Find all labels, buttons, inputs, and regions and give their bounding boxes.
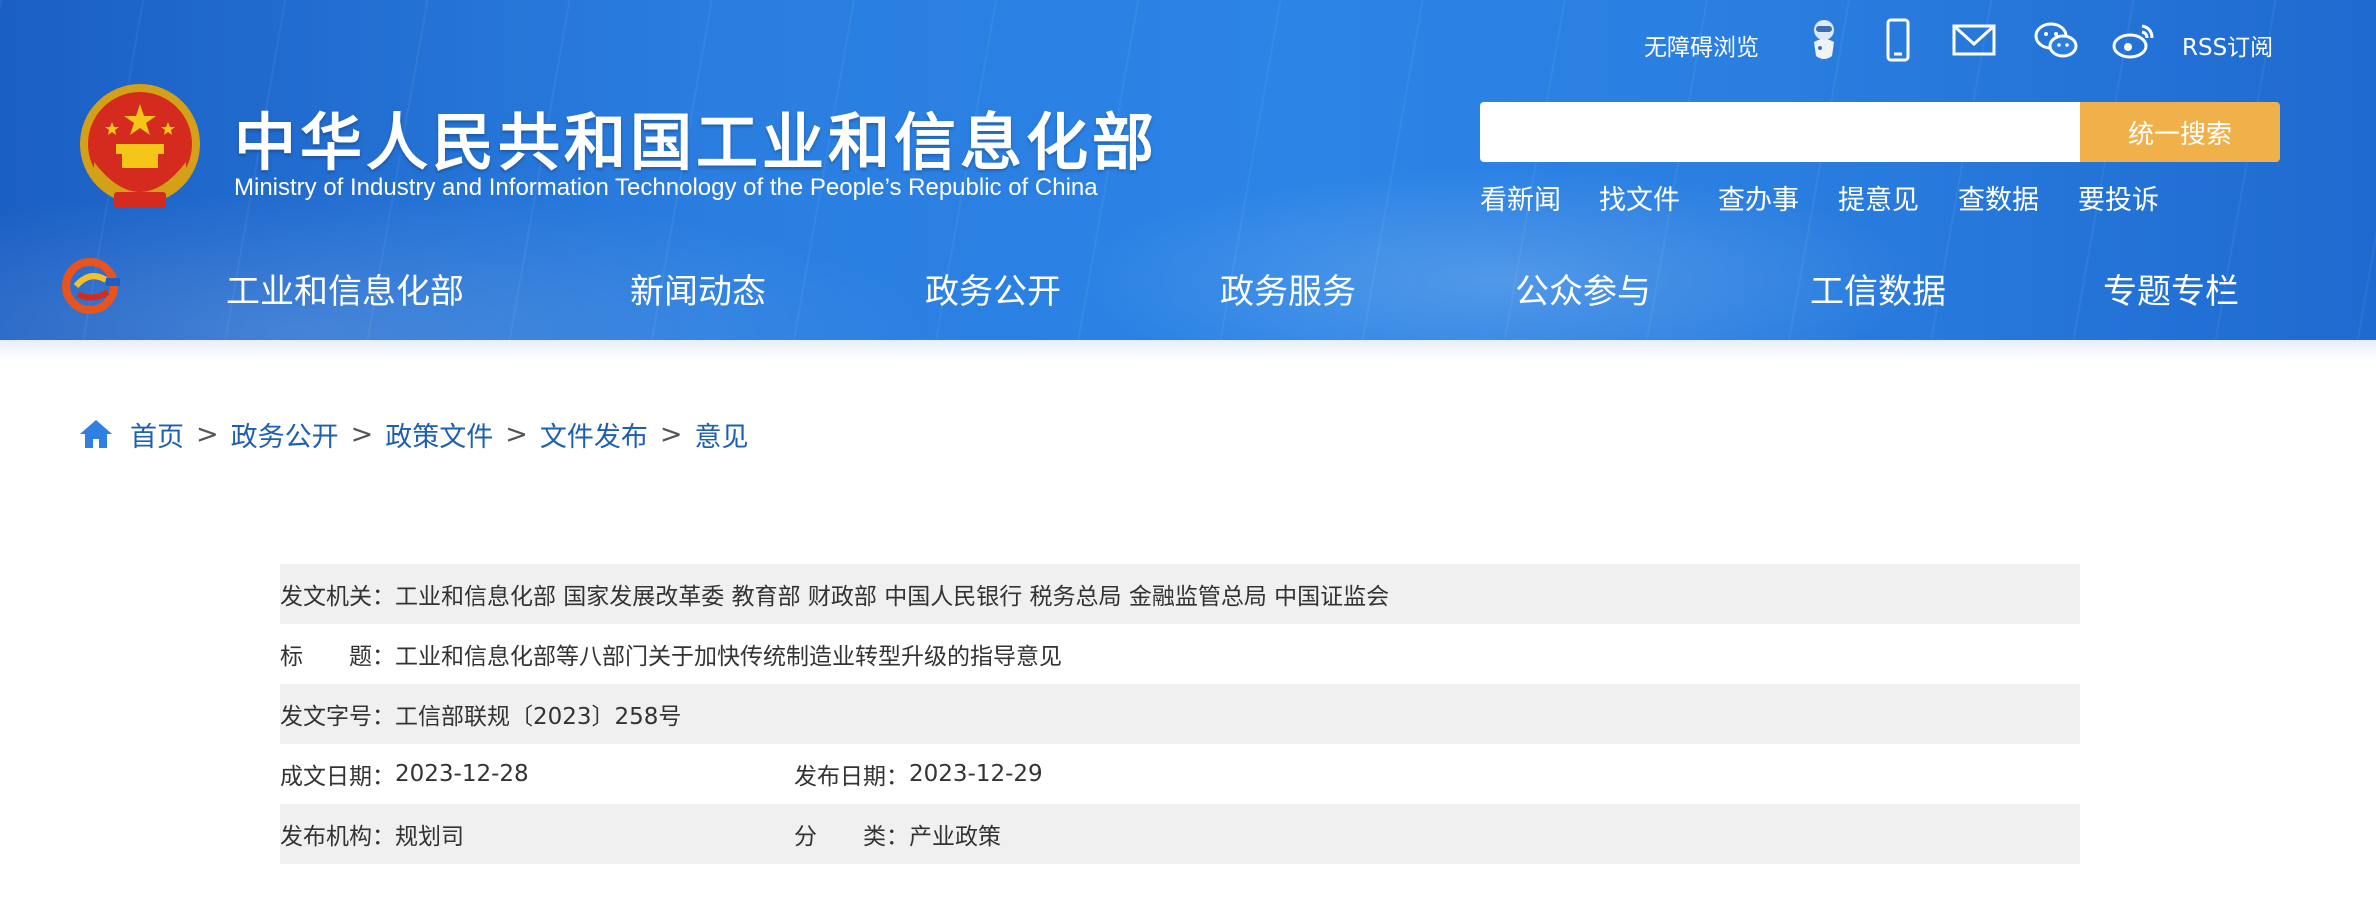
site-title-en[interactable]: Ministry of Industry and Information Tec… [234, 174, 1098, 202]
breadcrumb-document-release[interactable]: 文件发布 [540, 415, 648, 454]
rss-link[interactable]: RSS订阅 [2182, 28, 2273, 62]
category-label: 分 类： [794, 824, 909, 850]
wechat-icon[interactable] [2032, 16, 2080, 64]
agency-value: 规划司 [395, 824, 464, 850]
meta-row-doc-number: 发文字号： 工信部联规〔2023〕258号 [280, 684, 2080, 744]
meta-row-dates: 成文日期： 2023-12-28 发布日期： 2023-12-29 [280, 744, 2080, 804]
title-value: 工业和信息化部等八部门关于加快传统制造业转型升级的指导意见 [395, 644, 1062, 670]
meta-row-agency-category: 发布机构： 规划司 分 类： 产业政策 [280, 804, 2080, 864]
weibo-icon[interactable] [2110, 16, 2158, 64]
doc-number-value: 工信部联规〔2023〕258号 [395, 704, 682, 730]
mail-icon[interactable] [1950, 16, 1998, 64]
miit-logo-icon[interactable] [62, 256, 122, 314]
title-label: 标 题： [280, 644, 395, 670]
nav-item-public-participation[interactable]: 公众参与 [1515, 264, 1651, 313]
created-date-value: 2023-12-28 [395, 761, 529, 787]
nav-item-special-topics[interactable]: 专题专栏 [2103, 264, 2239, 313]
meta-row-issuer: 发文机关： 工业和信息化部 国家发展改革委 教育部 财政部 中国人民银行 税务总… [280, 564, 2080, 624]
accessibility-link[interactable]: 无障碍浏览 [1644, 28, 1759, 62]
issuer-label: 发文机关： [280, 584, 395, 610]
nav-item-data[interactable]: 工信数据 [1810, 264, 1946, 313]
issuer-value: 工业和信息化部 国家发展改革委 教育部 财政部 中国人民银行 税务总局 金融监管… [395, 584, 1390, 610]
robot-assistant-icon[interactable] [1800, 16, 1848, 64]
document-metadata-table: 发文机关： 工业和信息化部 国家发展改革委 教育部 财政部 中国人民银行 税务总… [280, 564, 2080, 864]
nav-item-ministry[interactable]: 工业和信息化部 [226, 264, 464, 313]
site-title-cn[interactable]: 中华人民共和国工业和信息化部 [234, 92, 1158, 182]
breadcrumb-separator: > [505, 418, 528, 450]
published-date-value: 2023-12-29 [909, 761, 1043, 787]
nav-item-news[interactable]: 新闻动态 [630, 264, 766, 313]
quick-link-documents[interactable]: 找文件 [1599, 178, 1680, 217]
breadcrumb-home[interactable]: 首页 [130, 415, 184, 454]
quick-link-news[interactable]: 看新闻 [1480, 178, 1561, 217]
mobile-phone-icon[interactable] [1874, 16, 1922, 64]
header-shadow [0, 340, 2376, 362]
breadcrumb-gov-affairs[interactable]: 政务公开 [231, 415, 339, 454]
search-button[interactable]: 统一搜索 [2080, 102, 2280, 162]
breadcrumb-separator: > [350, 418, 374, 450]
meta-row-title: 标 题： 工业和信息化部等八部门关于加快传统制造业转型升级的指导意见 [280, 624, 2080, 684]
breadcrumb: 首页 > 政务公开 > 政策文件 > 文件发布 > 意见 [78, 414, 749, 454]
breadcrumb-separator: > [659, 418, 683, 450]
doc-number-label: 发文字号： [280, 704, 395, 730]
quick-link-suggestions[interactable]: 提意见 [1838, 178, 1919, 217]
nav-item-gov-services[interactable]: 政务服务 [1220, 264, 1356, 313]
breadcrumb-policy-documents[interactable]: 政策文件 [385, 415, 493, 454]
breadcrumb-opinions[interactable]: 意见 [695, 415, 749, 454]
home-icon[interactable] [78, 418, 114, 450]
quick-link-complaints[interactable]: 要投诉 [2078, 178, 2159, 217]
search-input[interactable] [1480, 102, 2080, 162]
site-header: 中华人民共和国工业和信息化部 Ministry of Industry and … [0, 0, 2376, 352]
category-value: 产业政策 [909, 824, 1001, 850]
quick-link-services[interactable]: 查办事 [1718, 178, 1799, 217]
quick-link-data[interactable]: 查数据 [1958, 178, 2039, 217]
created-date-label: 成文日期： [280, 764, 395, 790]
nav-item-gov-affairs[interactable]: 政务公开 [925, 264, 1061, 313]
breadcrumb-separator: > [196, 418, 219, 450]
published-date-label: 发布日期： [794, 764, 909, 790]
national-emblem-icon[interactable] [76, 82, 204, 214]
agency-label: 发布机构： [280, 824, 395, 850]
